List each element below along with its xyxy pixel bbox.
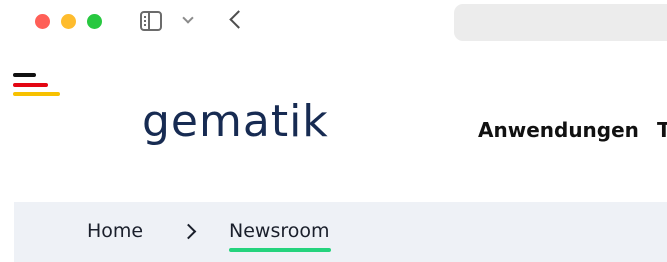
hamburger-black-bar (13, 73, 36, 77)
breadcrumb-home[interactable]: Home (87, 220, 143, 242)
hamburger-icon[interactable] (13, 71, 61, 96)
chevron-down-icon[interactable] (182, 12, 194, 24)
breadcrumb-newsroom: Newsroom (229, 220, 330, 242)
sidebar-toggle-icon[interactable] (140, 11, 162, 31)
address-bar[interactable] (454, 4, 667, 41)
close-window-button[interactable] (35, 14, 50, 29)
minimize-window-button[interactable] (61, 14, 76, 29)
nav-item-anwendungen[interactable]: Anwendungen (478, 118, 639, 142)
hamburger-red-bar (13, 83, 48, 87)
brand-logo[interactable]: gematik (142, 96, 329, 148)
zoom-window-button[interactable] (87, 14, 102, 29)
nav-item-truncated[interactable]: T (657, 118, 667, 142)
back-arrow-icon[interactable] (229, 10, 248, 29)
browser-toolbar (0, 0, 667, 46)
active-breadcrumb-underline (229, 248, 331, 252)
browser-window: gematik Anwendungen T Home Newsroom (0, 0, 667, 262)
hamburger-gold-bar (13, 92, 60, 96)
